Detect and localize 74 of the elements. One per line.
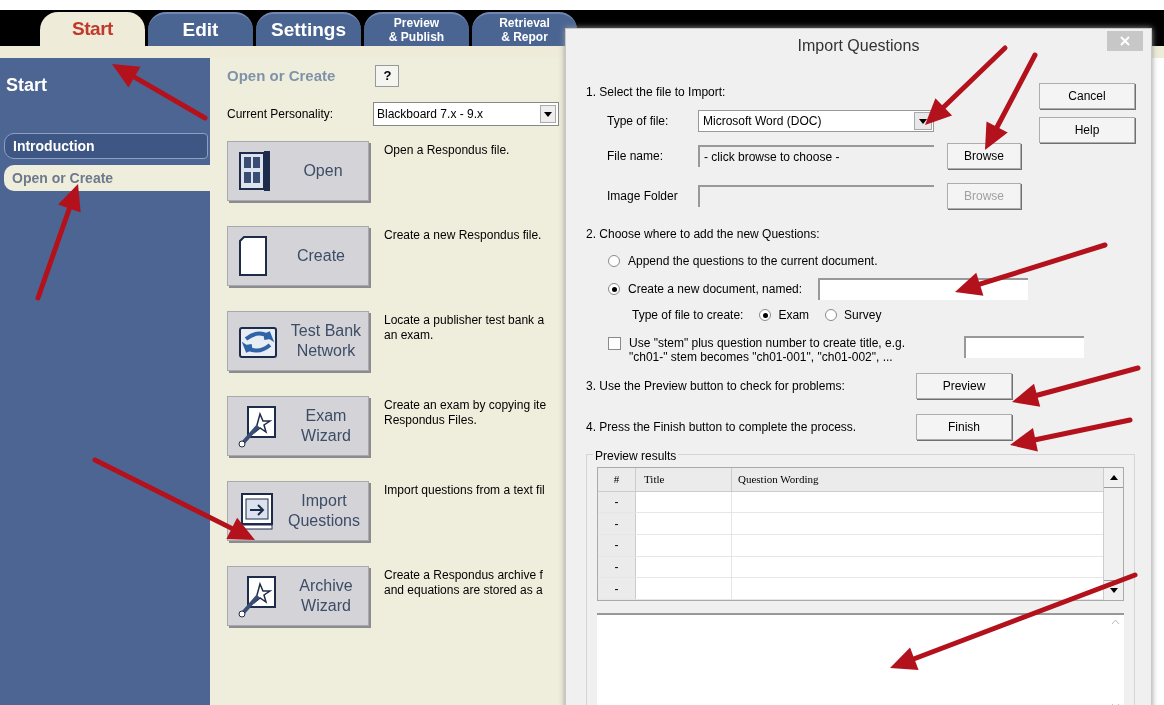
radio-button[interactable] [608,255,620,267]
tab[interactable]: Edit [148,12,253,46]
scroll-up-icon [1110,619,1120,625]
step-label: 1. Select the file to Import: [586,84,727,101]
section-heading: Open or Create [227,65,336,86]
file-name-field[interactable]: - click browse to choose - [698,145,934,167]
field-label: Current Personality: [227,106,335,123]
dialog-button[interactable]: Preview [916,373,1012,399]
tab[interactable]: Preview & Publish [364,12,469,46]
action-button[interactable]: Create [227,226,369,286]
dialog-button[interactable]: Browse [947,143,1021,169]
radio-button[interactable] [759,309,772,321]
action-button[interactable]: Archive Wizard [227,566,369,626]
step-label: 4. Press the Finish button to complete the process. [586,419,858,436]
option-label: Type of file to create: [632,307,744,324]
row-header: - [598,556,636,578]
action-description: Create a new Respondus file. [384,227,543,244]
action-description: Open a Respondus file. [384,142,511,159]
row-header: - [598,535,636,556]
dialog-button[interactable]: Help [1039,117,1135,143]
dropdown-button[interactable] [540,105,556,123]
door-icon [238,149,272,193]
close-icon [1120,36,1130,46]
page-icon [238,235,268,277]
radio-button[interactable] [825,309,838,321]
stem-field[interactable] [964,336,1084,358]
scrollbar[interactable] [1103,468,1123,600]
column-header: Question Wording [737,472,820,488]
field-label: Type of file: [607,113,670,130]
import-icon [238,491,274,531]
column-header: Title [636,468,732,491]
option-label: Create a new document, named: [628,281,803,298]
action-description: Create an exam by copying ite Respondus Files. [384,397,548,429]
row-header: - [598,513,636,534]
tab[interactable]: Retrieval & Repor [472,12,577,46]
help-button[interactable]: ? [375,65,400,87]
option-label: Exam [778,307,810,324]
personality-dropdown[interactable]: Blackboard 7.x - 9.x [373,102,559,126]
document-name-field[interactable] [818,278,1029,300]
tab[interactable]: Settings [256,12,361,46]
caret-icon [544,111,552,117]
action-description: Import questions from a text fil [384,482,546,499]
field-label: File name: [607,148,665,165]
action-button[interactable]: Open [227,141,369,201]
magic-wand-icon [238,574,278,618]
action-button[interactable]: Import Questions [227,481,369,541]
scroll-down-icon [1109,588,1118,593]
dialog-button[interactable]: Cancel [1039,83,1135,109]
step-label: 2. Choose where to add the new Questions: [586,226,821,243]
sidebar-title: Start [5,74,48,97]
column-header: # [598,468,636,491]
result-text-area[interactable] [597,613,1124,705]
checkbox-label: Use "stem" plus question number to create title, e.g. "ch01-" stem becomes "ch01-001", "ch01-002", ... [629,336,906,364]
radio-button[interactable] [608,283,620,295]
row-header: - [598,578,636,599]
option-label: Survey [844,307,882,324]
magic-wand-icon [238,404,278,448]
sidebar-item[interactable]: Open or Create [4,165,210,191]
scroll-up-icon [1109,475,1118,480]
tab[interactable]: Start [40,12,145,46]
action-button[interactable]: Exam Wizard [227,396,369,456]
action-button[interactable]: Test Bank Network [227,311,369,371]
sidebar-item[interactable]: Introduction [4,133,208,159]
window-title: Import Questions [797,36,920,56]
file-type-dropdown[interactable]: Microsoft Word (DOC) [698,110,934,132]
field-label: Image Folder [607,188,679,205]
checkbox[interactable] [608,337,621,350]
row-header: - [598,491,636,513]
action-description: Locate a publisher test bank a an exam. [384,312,546,344]
caret-icon [919,118,927,124]
action-description: Create a Respondus archive f and equations are stored as a [384,567,544,599]
option-label: Append the questions to the current document. [628,253,878,270]
step-label: 3. Use the Preview button to check for problems: [586,378,846,395]
dialog-button[interactable]: Finish [916,414,1012,440]
